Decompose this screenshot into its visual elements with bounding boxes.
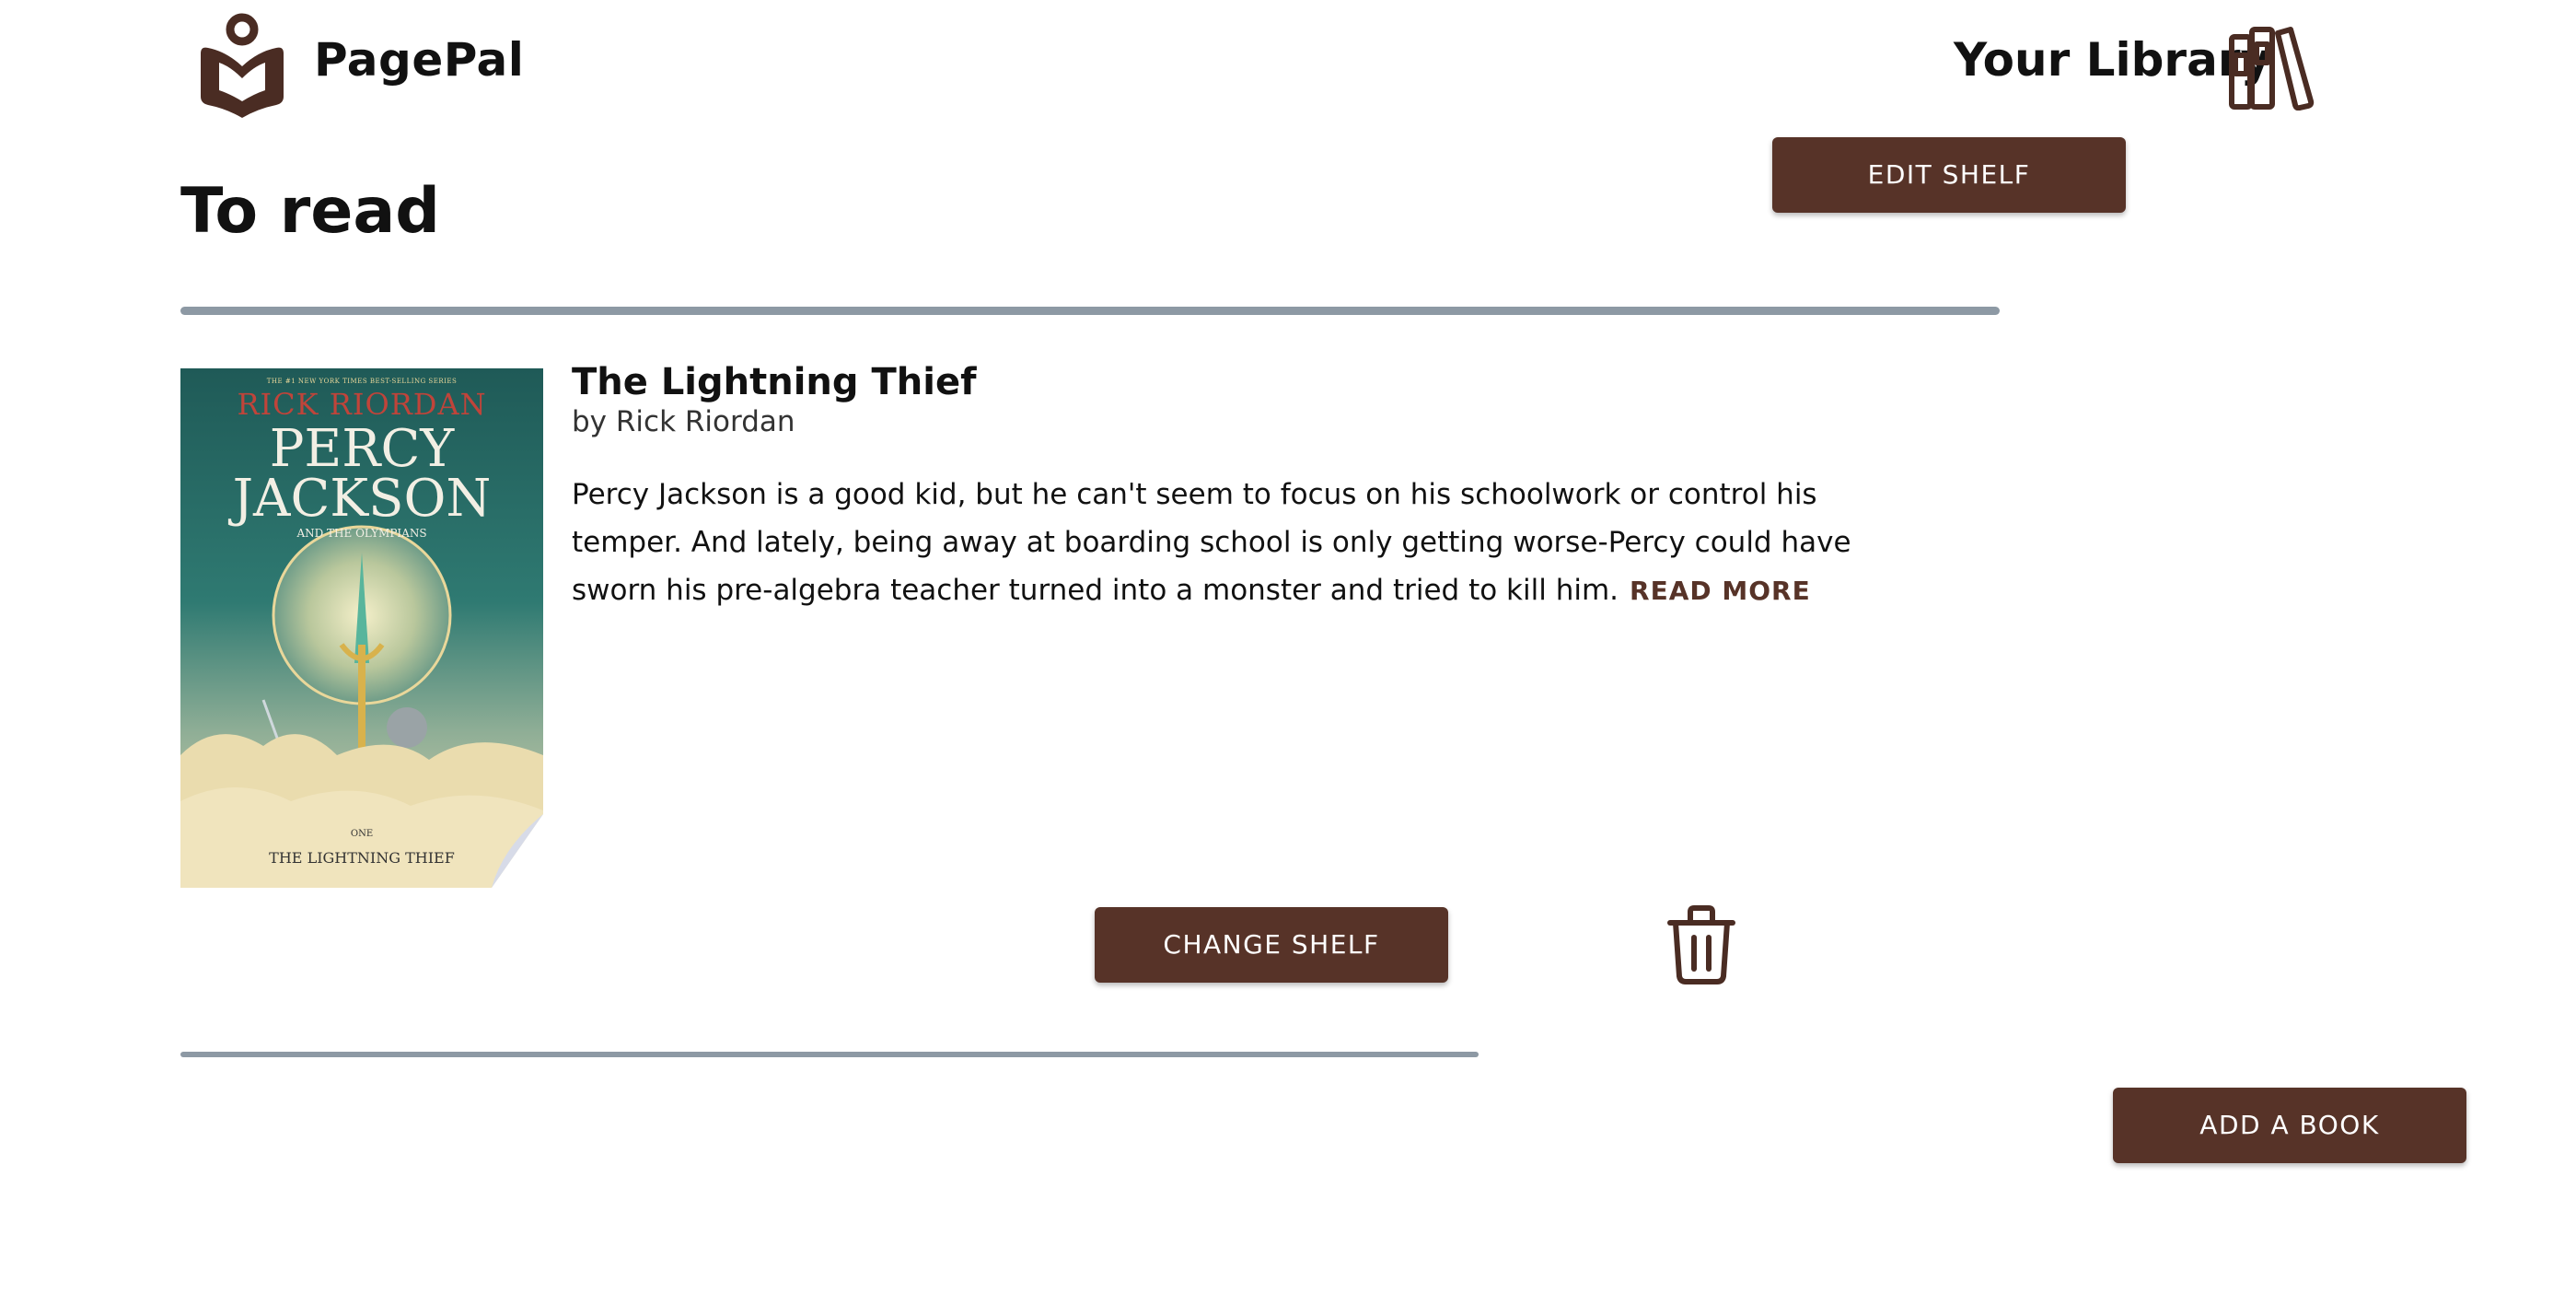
books-on-shelf-icon[interactable]	[2226, 22, 2318, 111]
cover-series-line2: JACKSON	[232, 469, 492, 529]
change-shelf-button[interactable]: CHANGE SHELF	[1095, 907, 1448, 983]
your-library-link[interactable]: Your Library	[1954, 33, 2270, 87]
cover-title: THE LIGHTNING THIEF	[269, 849, 455, 867]
read-more-link[interactable]: READ MORE	[1630, 576, 1811, 606]
app-name[interactable]: PagePal	[314, 33, 524, 87]
page: PagePal Your Library To read EDIT SHELF	[0, 0, 2576, 1293]
cover-volume: ONE	[350, 829, 374, 839]
edit-shelf-button[interactable]: EDIT SHELF	[1772, 137, 2126, 213]
pagepal-logo-icon[interactable]	[191, 9, 293, 120]
trash-icon[interactable]	[1665, 903, 1738, 985]
add-a-book-button[interactable]: ADD A BOOK	[2113, 1088, 2466, 1163]
book-description: Percy Jackson is a good kid, but he can'…	[572, 471, 1925, 615]
cover-series-sub: AND THE OLYMPIANS	[296, 527, 427, 540]
cover-author: RICK RIORDAN	[237, 387, 487, 422]
book-title: The Lightning Thief	[572, 361, 977, 403]
book-divider	[180, 1052, 1479, 1057]
cover-tagline: THE #1 NEW YORK TIMES BEST-SELLING SERIE…	[266, 378, 458, 385]
book-cover-image: THE #1 NEW YORK TIMES BEST-SELLING SERIE…	[180, 368, 543, 888]
book-author: by Rick Riordan	[572, 405, 795, 438]
shelf-divider	[180, 307, 2000, 315]
shelf-title: To read	[180, 175, 440, 248]
